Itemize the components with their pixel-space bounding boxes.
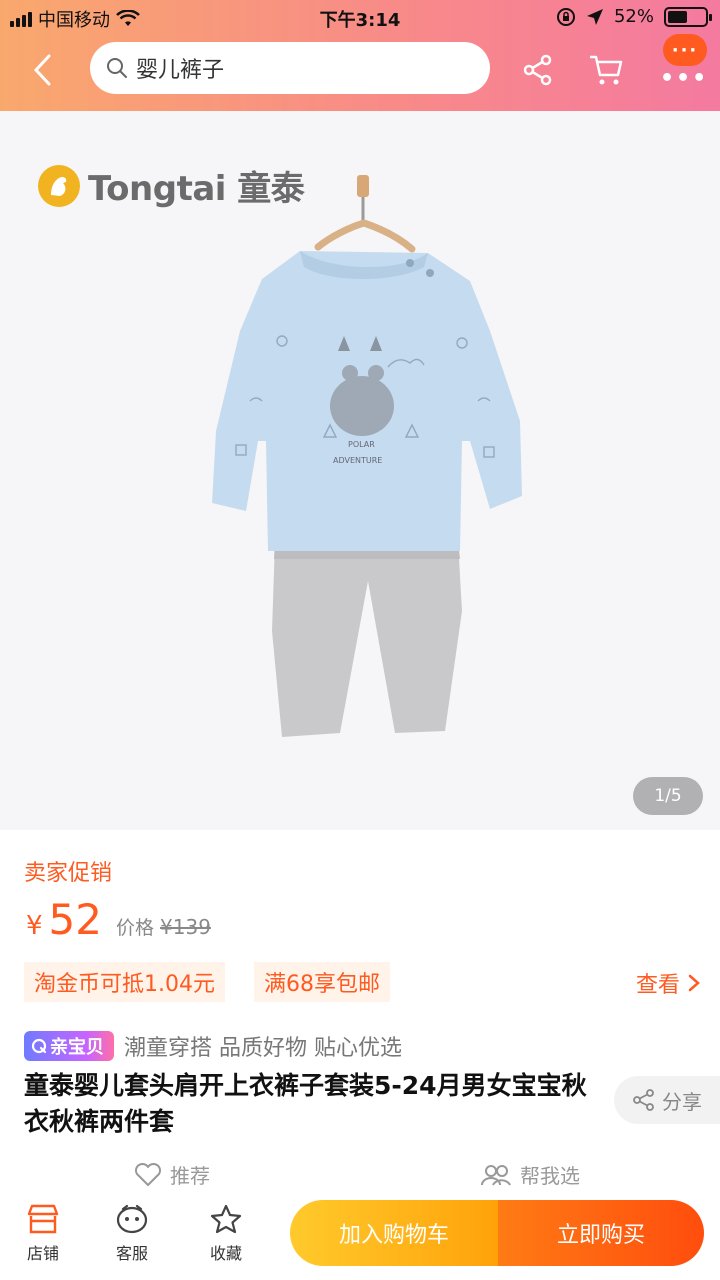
share-icon	[633, 1089, 654, 1111]
cart-button-header[interactable]	[586, 50, 626, 90]
original-price-label: 价格	[116, 917, 155, 939]
current-price: 52	[48, 895, 102, 944]
help-choose-label: 帮我选	[520, 1164, 580, 1188]
coupon-row[interactable]: 淘金币可抵1.04元 满68享包邮 查看	[24, 962, 704, 1002]
chevron-right-icon	[688, 974, 700, 992]
qinbaobei-badge[interactable]: 亲宝贝	[24, 1031, 114, 1061]
header: 中国移动 下午3:14 52% 婴儿裤子 ··· •••	[0, 0, 720, 111]
product-detail-page: 中国移动 下午3:14 52% 婴儿裤子 ··· ••• Tongtai 童泰 …	[0, 0, 720, 1280]
gallery-page-indicator: 1/5	[633, 777, 703, 815]
favorite-button[interactable]: 收藏	[191, 1204, 261, 1264]
view-coupons-label: 查看	[635, 973, 680, 998]
store-icon	[27, 1204, 59, 1234]
shop-button[interactable]: 店铺	[8, 1204, 78, 1264]
search-icon	[107, 58, 127, 78]
currency-symbol: ¥	[26, 911, 43, 941]
bottom-action-bar: 店铺 客服 收藏 加入购物车 立即购买	[0, 1192, 720, 1280]
share-icon	[523, 54, 552, 86]
q-logo-icon	[31, 1038, 47, 1054]
recommend-button[interactable]: 推荐	[134, 1160, 210, 1189]
share-button[interactable]: 分享	[614, 1076, 720, 1124]
add-to-cart-button[interactable]: 加入购物车	[290, 1200, 498, 1266]
location-icon	[586, 8, 603, 25]
cart-icon	[590, 55, 623, 85]
svg-text:POLAR: POLAR	[348, 440, 375, 449]
coupon-taojinbi[interactable]: 淘金币可抵1.04元	[24, 962, 225, 1002]
people-icon	[481, 1164, 511, 1186]
seller-promo-label: 卖家促销	[24, 861, 113, 886]
more-icon[interactable]: •••	[660, 66, 708, 91]
battery-percent: 52%	[613, 6, 654, 27]
search-text: 婴儿裤子	[136, 58, 225, 83]
status-right: 52%	[556, 6, 712, 27]
back-button[interactable]	[22, 50, 62, 90]
share-label: 分享	[662, 1089, 702, 1114]
star-icon	[210, 1204, 242, 1234]
price-row: ¥ 52 价格 ¥139	[26, 895, 211, 944]
product-photo: POLAR ADVENTURE	[212, 175, 522, 737]
qinbaobei-label: 亲宝贝	[50, 1037, 104, 1058]
orientation-lock-icon	[556, 7, 575, 26]
chevron-left-icon	[33, 54, 51, 86]
buy-now-button[interactable]: 立即购买	[498, 1200, 704, 1266]
customer-service-icon	[116, 1204, 148, 1234]
shop-label: 店铺	[26, 1244, 59, 1263]
recommend-label: 推荐	[170, 1164, 210, 1188]
customer-service-label: 客服	[115, 1244, 148, 1263]
heart-icon	[134, 1162, 162, 1186]
svg-text:ADVENTURE: ADVENTURE	[333, 456, 382, 465]
sub-actions: 推荐 帮我选	[0, 1160, 720, 1190]
original-price: ¥139	[160, 915, 211, 939]
customer-service-button[interactable]: 客服	[97, 1204, 167, 1264]
favorite-label: 收藏	[209, 1244, 242, 1263]
search-input[interactable]: 婴儿裤子	[90, 42, 490, 94]
status-bar: 中国移动 下午3:14 52%	[0, 0, 720, 36]
help-choose-button[interactable]: 帮我选	[480, 1160, 580, 1189]
coupon-free-shipping[interactable]: 满68享包邮	[254, 962, 390, 1002]
product-title: 童泰婴儿套头肩开上衣裤子套装5-24月男女宝宝秋衣秋裤两件套	[24, 1071, 587, 1136]
product-image-gallery[interactable]: Tongtai 童泰 POLAR ADVENTURE 1/5	[0, 111, 720, 830]
tag-slogan: 潮童穿搭 品质好物 贴心优选	[124, 1036, 402, 1061]
more-menu-badge[interactable]: ···	[663, 34, 707, 66]
tag-row: 亲宝贝 潮童穿搭 品质好物 贴心优选	[24, 1030, 402, 1062]
battery-icon	[664, 6, 712, 27]
view-coupons-button[interactable]: 查看	[636, 967, 700, 999]
share-button-header[interactable]	[518, 50, 558, 90]
